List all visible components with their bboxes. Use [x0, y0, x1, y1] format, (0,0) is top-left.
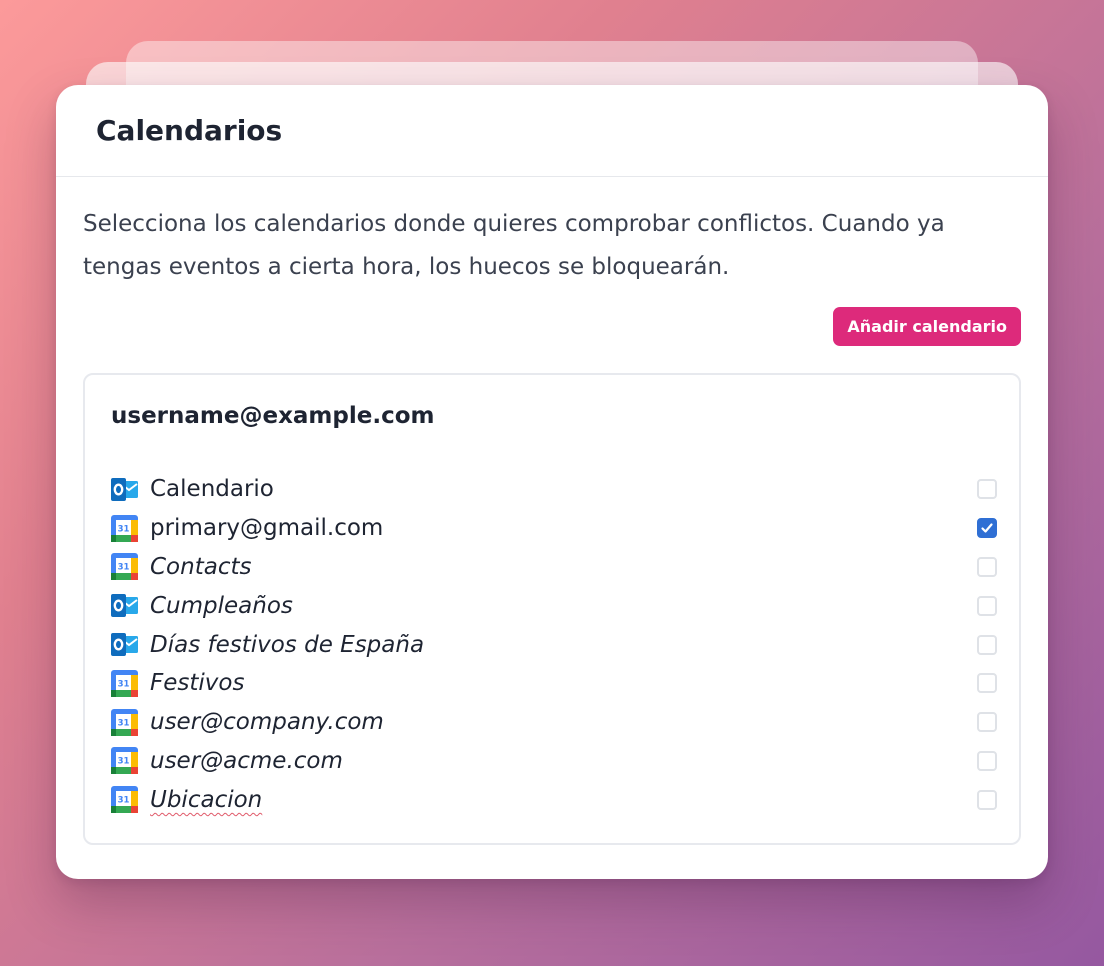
add-calendar-button[interactable]: Añadir calendario	[833, 307, 1021, 346]
svg-text:31: 31	[118, 679, 130, 689]
calendar-checkbox[interactable]	[977, 556, 997, 577]
calendar-checkbox[interactable]	[977, 518, 997, 539]
calendar-row: Cumpleaños	[111, 586, 997, 625]
calendar-name: Calendario	[150, 476, 274, 503]
outlook-icon	[111, 631, 138, 658]
calendar-row: 31 user@acme.com	[111, 742, 997, 781]
calendar-checkbox[interactable]	[977, 634, 997, 655]
calendar-checkbox[interactable]	[977, 789, 997, 810]
calendar-row: 31 primary@gmail.com	[111, 509, 997, 548]
calendar-name: user@acme.com	[150, 747, 343, 774]
calendar-list: Calendario 31 primary@gmail.com 31 Contacts C…	[111, 470, 997, 819]
calendar-checkbox[interactable]	[977, 712, 997, 733]
account-card: username@example.com Calendario 31 primary…	[83, 373, 1021, 845]
calendar-row: 31 Ubicacion	[111, 780, 997, 819]
svg-text:31: 31	[118, 524, 130, 534]
google-calendar-icon: 31	[111, 747, 138, 775]
checkmark-icon	[979, 520, 995, 536]
google-calendar-icon: 31	[111, 514, 138, 542]
calendar-name: Ubicacion	[150, 786, 263, 813]
calendar-name: user@company.com	[150, 709, 384, 736]
dialog-header: Calendarios	[56, 85, 1048, 177]
svg-text:31: 31	[118, 718, 130, 728]
svg-text:31: 31	[118, 796, 130, 806]
calendar-checkbox[interactable]	[977, 479, 997, 500]
calendar-name: Días festivos de España	[150, 631, 425, 658]
svg-text:31: 31	[118, 757, 130, 767]
dialog-title: Calendarios	[96, 114, 283, 147]
calendar-checkbox[interactable]	[977, 750, 997, 771]
calendar-row: 31 Festivos	[111, 664, 997, 703]
google-calendar-icon: 31	[111, 553, 138, 581]
calendar-row: 31 Contacts	[111, 548, 997, 587]
account-email: username@example.com	[111, 403, 435, 429]
dialog-description: Selecciona los calendarios donde quieres…	[83, 211, 945, 280]
svg-text:31: 31	[118, 563, 130, 573]
calendar-row: Calendario	[111, 470, 997, 509]
calendar-row: Días festivos de España	[111, 625, 997, 664]
google-calendar-icon: 31	[111, 786, 138, 814]
calendar-checkbox[interactable]	[977, 595, 997, 616]
google-calendar-icon: 31	[111, 708, 138, 736]
calendar-name: Contacts	[150, 553, 252, 580]
calendar-name: Cumpleaños	[150, 592, 293, 619]
outlook-icon	[111, 476, 138, 503]
calendar-row: 31 user@company.com	[111, 703, 997, 742]
outlook-icon	[111, 592, 138, 619]
google-calendar-icon: 31	[111, 669, 138, 697]
calendar-checkbox[interactable]	[977, 673, 997, 694]
calendar-name: Festivos	[150, 670, 245, 697]
calendar-name: primary@gmail.com	[150, 515, 384, 542]
calendars-dialog: Calendarios Selecciona los calendarios d…	[56, 85, 1048, 879]
